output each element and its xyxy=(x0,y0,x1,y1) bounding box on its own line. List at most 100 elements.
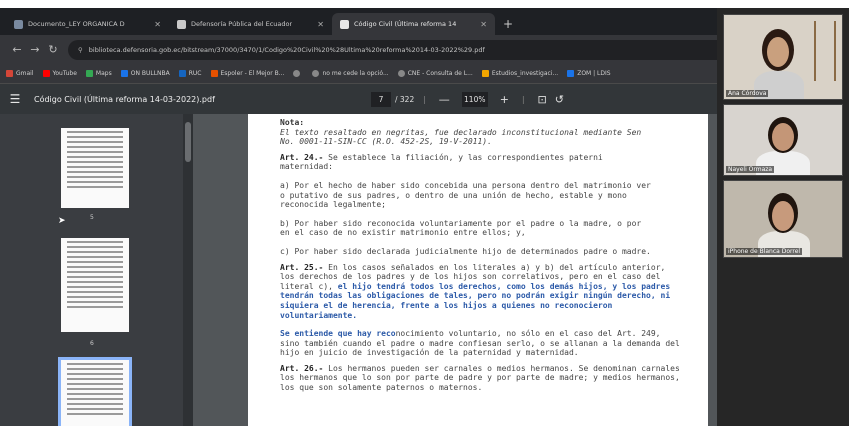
participant-name: Ana Córdova xyxy=(726,90,769,97)
thumbnail-sidebar: 5 ➤ 6 xyxy=(0,114,183,426)
page-total: / 322 xyxy=(395,94,415,104)
bookmark-icon xyxy=(178,70,186,77)
url-field[interactable]: ⚲ biblioteca.defensoria.gob.ec/bitstream… xyxy=(68,39,797,60)
art24-line: Art. 24.- Se establece la filiación, y l… xyxy=(280,152,603,162)
item-a-line: a) Por el hecho de haber sido concebida … xyxy=(280,180,651,190)
page-number-input[interactable]: 7 xyxy=(371,91,391,107)
forward-icon[interactable]: → xyxy=(26,43,44,56)
bookmark-icon xyxy=(210,70,218,77)
tab-documento-ley[interactable]: Documento_LEY ORGANICA D ✕ xyxy=(6,13,169,35)
bookmark-youtube[interactable]: YouTube xyxy=(42,70,77,77)
video-call-panel: Ana Córdova Nayeli Ormaza iPhone de Blan… xyxy=(717,8,849,426)
close-icon[interactable]: ✕ xyxy=(317,20,324,29)
top-margin xyxy=(0,0,849,8)
bookmark-espoler[interactable]: Espoler - El Mejor B... xyxy=(210,70,284,77)
folder-icon xyxy=(481,70,489,77)
mouse-cursor-icon: ➤ xyxy=(58,216,66,226)
tab-favicon-icon xyxy=(340,19,349,29)
reload-icon[interactable]: ↻ xyxy=(44,43,62,56)
item-c-line: c) Por haber sido declarada judicialment… xyxy=(280,246,651,256)
para2-line: Se entiende que hay reconocimiento volun… xyxy=(280,329,661,339)
back-icon[interactable]: ← xyxy=(8,43,26,56)
menu-icon[interactable]: ☰ xyxy=(0,92,30,106)
tab-title: Documento_LEY ORGANICA D xyxy=(28,20,125,28)
zoom-icon xyxy=(567,70,575,77)
highlighted-text: voluntariamente. xyxy=(280,310,358,320)
bookmark-cne[interactable]: CNE - Consulta de L... xyxy=(397,70,473,77)
thumbnail-page-5[interactable] xyxy=(61,128,129,208)
tab-title: Código Civil (Última reforma 14 xyxy=(354,20,457,28)
bookmark-unnamed[interactable] xyxy=(293,70,303,77)
tab-title: Defensoría Pública del Ecuador xyxy=(191,20,293,28)
participant-video-blanca[interactable]: iPhone de Blanca Dorrel xyxy=(723,180,843,258)
bookmark-bullnba[interactable]: ON BULLNBA xyxy=(120,70,170,77)
zoom-in-button[interactable]: + xyxy=(500,93,509,106)
scrollbar-thumb[interactable] xyxy=(185,122,191,162)
thumbnail-number: 6 xyxy=(90,340,94,347)
highlighted-text: Se entiende que hay reco xyxy=(280,329,396,339)
bookmark-opcion[interactable]: no me cede la opció... xyxy=(312,70,389,77)
divider: | xyxy=(423,94,426,104)
bookmark-maps[interactable]: Maps xyxy=(85,70,112,77)
bookmark-ruc[interactable]: RUC xyxy=(178,70,202,77)
globe-icon xyxy=(312,70,320,77)
url-text: biblioteca.defensoria.gob.ec/bitstream/3… xyxy=(88,45,485,54)
art25-line: los derechos de los padres y de los hijo… xyxy=(280,272,661,282)
pdf-page: Nota: El texto resaltado en negritas, fu… xyxy=(248,114,708,426)
item-a-line: reconocida legalmente; xyxy=(280,200,386,210)
art26-line: Art. 26.- Los hermanos pueden ser carnal… xyxy=(280,363,680,373)
note-heading: Nota: xyxy=(280,118,305,127)
maps-icon xyxy=(85,70,93,77)
youtube-icon xyxy=(42,70,50,77)
bookmark-icon xyxy=(120,70,128,77)
rotate-icon[interactable]: ↺ xyxy=(555,93,564,106)
tab-codigo-civil[interactable]: Código Civil (Última reforma 14 ✕ xyxy=(332,13,495,35)
bottom-margin xyxy=(0,426,849,431)
item-b-line: b) Por haber sido reconocida voluntariam… xyxy=(280,218,642,228)
bookmark-estudios[interactable]: Estudios_investigaci... xyxy=(481,70,558,77)
tab-favicon-icon xyxy=(177,19,186,29)
pdf-viewer[interactable]: Nota: El texto resaltado en negritas, fu… xyxy=(193,114,717,426)
participant-video-nayeli[interactable]: Nayeli Ormaza xyxy=(723,104,843,176)
globe-icon xyxy=(397,70,405,77)
thumbnail-number: 5 xyxy=(90,214,94,221)
close-icon[interactable]: ✕ xyxy=(154,20,161,29)
art26-line: los que son solamente paternos o materno… xyxy=(280,383,483,393)
gmail-icon xyxy=(6,70,13,77)
justice-statue-icon xyxy=(814,21,836,81)
item-b-line: en el caso de no existir matrimonio entr… xyxy=(280,228,526,238)
close-icon[interactable]: ✕ xyxy=(480,20,487,29)
thumbnail-page-7[interactable] xyxy=(58,357,132,426)
tab-favicon-icon xyxy=(14,19,23,29)
site-info-icon[interactable]: ⚲ xyxy=(78,46,83,54)
note-line: El texto resaltado en negritas, fue decl… xyxy=(280,127,642,137)
zoom-input[interactable]: 110% xyxy=(461,91,488,107)
thumbnail-page-6[interactable] xyxy=(61,238,129,332)
zoom-out-button[interactable]: — xyxy=(439,93,450,106)
item-a-line: o putativo de sus padres, o dentro de un… xyxy=(280,190,627,200)
page-controls: 7 / 322 | — 110% + | ⊡ ↺ xyxy=(371,91,568,107)
highlighted-text: tendrán todas las obligaciones de tales,… xyxy=(280,291,671,301)
participant-name: Nayeli Ormaza xyxy=(726,166,775,173)
art26-line: los hermanos que lo son por parte de pad… xyxy=(280,373,680,383)
art24-line: maternidad: xyxy=(280,162,333,172)
bookmark-gmail[interactable]: Gmail xyxy=(6,70,34,77)
art25-line: literal c), el hijo tendrá todos los der… xyxy=(280,281,671,291)
divider: | xyxy=(521,94,525,104)
new-tab-button[interactable]: + xyxy=(495,13,521,35)
para2-line: hijo en juicio de investigación de la pa… xyxy=(280,348,579,358)
bookmark-zoom[interactable]: ZOM | LDIS xyxy=(567,70,611,77)
para2-line: sino también cuando el padre o madre con… xyxy=(280,338,680,348)
article-number: Art. 26.- xyxy=(280,363,324,373)
article-number: Art. 25.- xyxy=(280,262,324,272)
art25-line: Art. 25.- En los casos señalados en los … xyxy=(280,262,666,272)
tab-defensoria[interactable]: Defensoría Pública del Ecuador ✕ xyxy=(169,13,332,35)
article-number: Art. 24.- xyxy=(280,152,324,162)
pdf-title: Código Civil (Última reforma 14-03-2022)… xyxy=(34,94,215,104)
participant-video-ana[interactable]: Ana Córdova xyxy=(723,14,843,100)
note-line: No. 0001-11-SIN-CC (R.O. 452-2S, 19-V-20… xyxy=(280,137,492,147)
highlighted-text: el hijo tendrá todos los derechos, como … xyxy=(332,281,671,291)
fit-page-icon[interactable]: ⊡ xyxy=(538,93,547,106)
participant-name: iPhone de Blanca Dorrel xyxy=(726,248,803,255)
sidebar-scrollbar[interactable] xyxy=(183,114,193,426)
